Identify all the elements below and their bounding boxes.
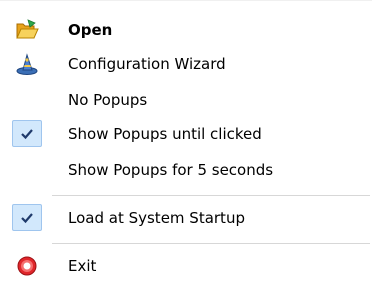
menu-item-configuration-wizard[interactable]: Configuration Wizard <box>0 48 372 80</box>
folder-open-icon <box>12 18 42 42</box>
menu-item-label: Show Popups until clicked <box>68 125 262 143</box>
wizard-icon <box>12 52 42 76</box>
menu-item-label: Configuration Wizard <box>68 55 226 73</box>
checkmark-icon <box>12 204 42 231</box>
exit-icon <box>12 254 42 278</box>
menu-item-no-popups[interactable]: No Popups <box>0 84 372 116</box>
checkmark-icon <box>12 120 42 147</box>
menu-item-label: Load at System Startup <box>68 209 245 227</box>
menu-item-label: No Popups <box>68 91 148 109</box>
menu-item-show-popups-5-seconds[interactable]: Show Popups for 5 seconds <box>0 154 372 186</box>
menu-item-show-popups-until-clicked[interactable]: Show Popups until clicked <box>0 118 372 150</box>
menu-item-exit[interactable]: Exit <box>0 250 372 282</box>
menu-top-border <box>0 0 372 1</box>
menu-separator <box>52 195 370 196</box>
menu-item-label: Open <box>68 21 113 39</box>
menu-separator <box>52 243 370 244</box>
menu-item-load-at-startup[interactable]: Load at System Startup <box>0 202 372 234</box>
context-menu: Open Configuration Wizard No Popups Show… <box>0 0 372 282</box>
menu-item-label: Exit <box>68 257 97 275</box>
menu-item-label: Show Popups for 5 seconds <box>68 161 274 179</box>
menu-item-open[interactable]: Open <box>0 14 372 46</box>
